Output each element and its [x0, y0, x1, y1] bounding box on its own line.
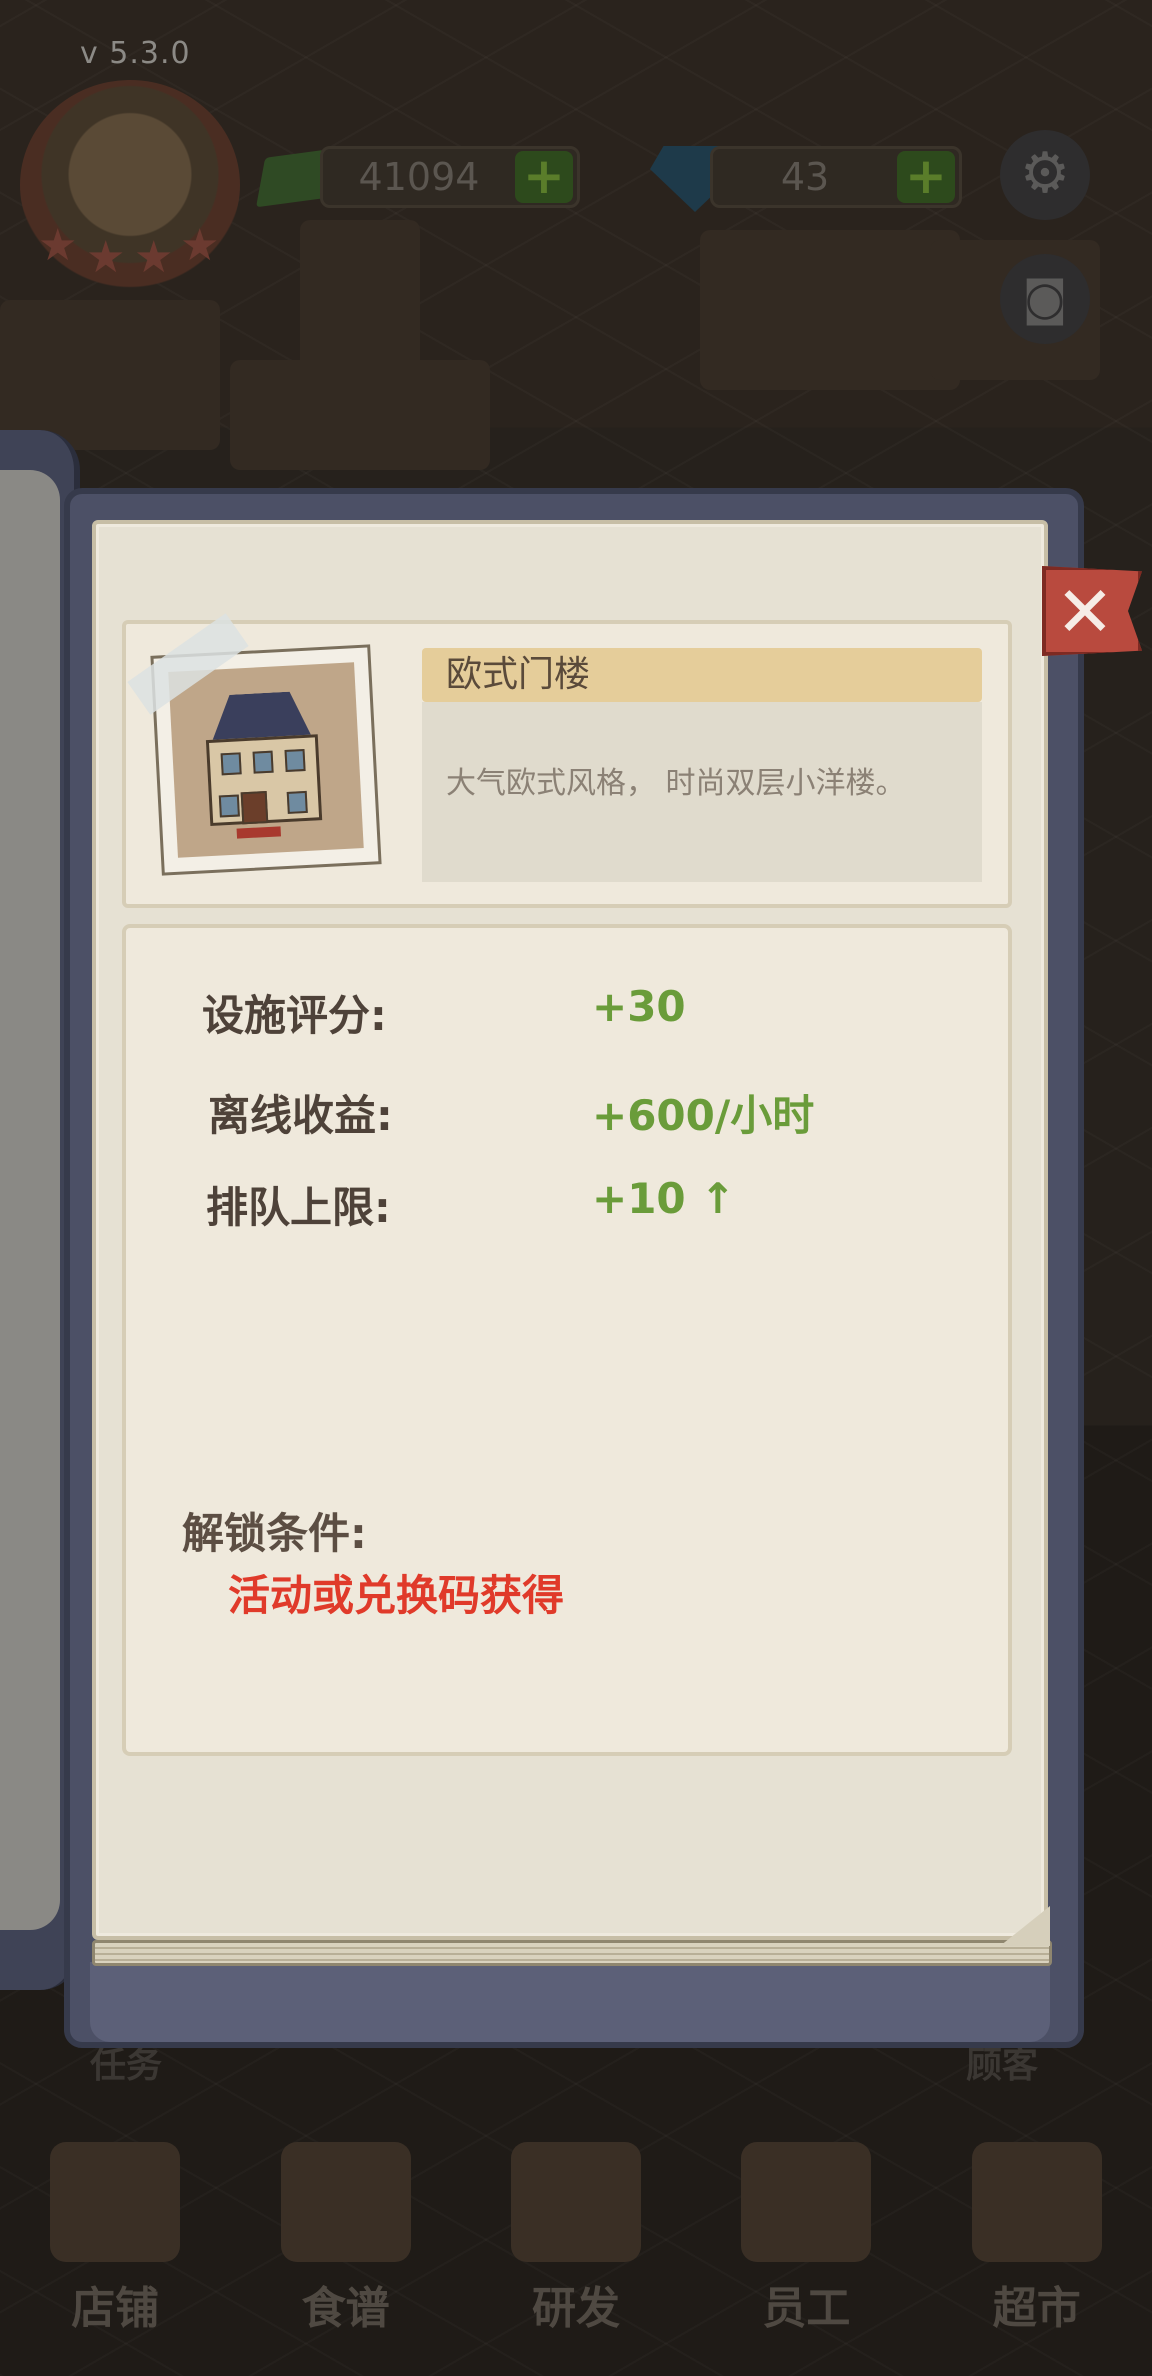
scene-appliance — [300, 220, 420, 380]
stat-label-offline-income: 离线收益: — [208, 1091, 393, 1140]
book-cover-bottom — [90, 1962, 1050, 2042]
cash-counter: 41094 + — [320, 146, 580, 208]
gem-value: 43 — [780, 155, 830, 199]
scene-shelf — [0, 300, 220, 450]
unlock-condition-label: 解锁条件: — [182, 1509, 367, 1558]
nav-market[interactable]: 超市 — [937, 2142, 1137, 2336]
shop-icon — [50, 2142, 181, 2262]
cash-value: 41094 — [358, 155, 480, 199]
stat-label-rating: 设施评分: — [202, 991, 387, 1040]
stat-value-queue-limit: +10 ↑ — [592, 1174, 736, 1223]
staff-icon — [741, 2142, 872, 2262]
item-description: 大气欧式风格， 时尚双层小洋楼。 — [422, 702, 982, 882]
nav-recipes-label: 食谱 — [301, 2283, 390, 2334]
add-cash-button[interactable]: + — [515, 151, 573, 203]
nav-market-label: 超市 — [992, 2283, 1081, 2334]
nav-recipes[interactable]: 食谱 — [246, 2142, 446, 2336]
nav-research[interactable]: 研发 — [476, 2142, 676, 2336]
close-button[interactable]: ✕ — [1042, 566, 1142, 656]
star-icon: ★ — [134, 232, 174, 283]
market-icon — [971, 2142, 1102, 2262]
cooking-pot-icon — [510, 2142, 641, 2262]
nav-research-label: 研发 — [531, 2283, 620, 2334]
nav-staff[interactable]: 员工 — [706, 2142, 906, 2336]
nav-shop-label: 店铺 — [71, 2283, 160, 2334]
stat-label-queue-limit: 排队上限: — [206, 1183, 391, 1232]
scene-counter — [230, 360, 490, 470]
version-label: v 5.3.0 — [80, 36, 191, 71]
bottom-nav: 店铺 食谱 研发 员工 超市 — [0, 2120, 1152, 2376]
gear-icon[interactable]: ⚙ — [1000, 130, 1090, 220]
nav-staff-label: 员工 — [762, 2283, 851, 2334]
book-pages-left — [0, 470, 60, 1930]
nav-shop[interactable]: 店铺 — [15, 2142, 215, 2336]
item-title: 欧式门楼 — [422, 648, 982, 702]
gem-counter: 43 + — [710, 146, 962, 208]
restaurant-badge[interactable]: ★ ★ ★ ★ — [20, 80, 240, 290]
stat-value-offline-income: +600/小时 — [592, 1091, 815, 1140]
recipe-book-icon — [280, 2142, 411, 2262]
star-icon: ★ — [38, 220, 78, 271]
page-edges — [92, 1940, 1052, 1966]
unlock-condition-value: 活动或兑换码获得 — [228, 1571, 565, 1620]
add-gems-button[interactable]: + — [897, 151, 955, 203]
stat-value-rating: +30 — [592, 982, 686, 1031]
scene-stove — [700, 230, 960, 390]
star-icon: ★ — [86, 232, 126, 283]
camera-icon[interactable]: ◙ — [1000, 254, 1090, 344]
stats-card — [122, 924, 1012, 1756]
star-icon: ★ — [180, 220, 220, 271]
close-icon: ✕ — [1055, 571, 1115, 653]
house-icon — [168, 662, 364, 858]
